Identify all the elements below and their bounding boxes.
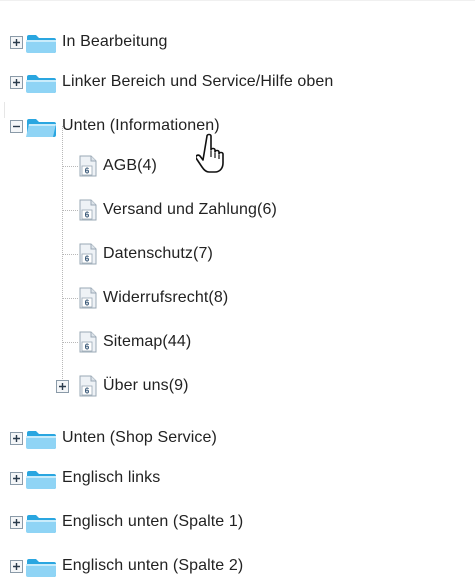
expand-plus-icon[interactable] [10, 75, 23, 89]
svg-text:6: 6 [85, 387, 90, 396]
expand-plus-icon[interactable] [10, 515, 23, 529]
tree-node-label[interactable]: Über uns(9) [103, 377, 189, 395]
tree-node-unten-informationen[interactable]: Unten (Informationen) [10, 114, 220, 138]
hand-pointer-icon [196, 133, 224, 173]
svg-text:6: 6 [85, 299, 90, 308]
tree-connector-branch [62, 298, 78, 299]
tree-node-linker-bereich[interactable]: Linker Bereich und Service/Hilfe oben [10, 70, 333, 94]
page-icon: 6 [79, 331, 97, 353]
svg-text:6: 6 [85, 343, 90, 352]
tree-connector-branch [62, 166, 78, 167]
tree-node-label[interactable]: Unten (Shop Service) [62, 429, 217, 447]
expand-plus-icon[interactable] [10, 431, 23, 445]
tree-leaf-label[interactable]: Widerrufsrecht(8) [103, 289, 228, 307]
page-icon: 6 [79, 375, 97, 397]
svg-text:6: 6 [85, 211, 90, 220]
tree-connector-branch [62, 254, 78, 255]
page-icon: 6 [79, 287, 97, 309]
tree-node-label[interactable]: Englisch links [62, 469, 160, 487]
folder-open-icon [26, 119, 56, 137]
page: { "tree": { "nodes": [ {"label": "In Bea… [0, 0, 475, 579]
folder-icon [26, 431, 56, 449]
expand-plus-icon[interactable] [56, 379, 69, 393]
tree-leaf-agb[interactable]: 6 AGB(4) [78, 154, 157, 178]
tree-node-label[interactable]: In Bearbeitung [62, 33, 167, 51]
tree-node-unten-shop-service[interactable]: Unten (Shop Service) [10, 426, 217, 450]
tree-node-ueber-uns[interactable]: 6 Über uns(9) [56, 374, 189, 398]
expand-plus-icon[interactable] [10, 559, 23, 573]
tree-node-label[interactable]: Englisch unten (Spalte 1) [62, 513, 243, 531]
tree-leaf-label[interactable]: AGB(4) [103, 157, 157, 175]
page-icon: 6 [79, 243, 97, 265]
tree-node-englisch-links[interactable]: Englisch links [10, 466, 160, 490]
tree-leaf-label[interactable]: Sitemap(44) [103, 333, 191, 351]
page-icon: 6 [79, 199, 97, 221]
tree-leaf-widerrufsrecht[interactable]: 6 Widerrufsrecht(8) [78, 286, 228, 310]
folder-icon [26, 75, 56, 93]
tree-node-label[interactable]: Linker Bereich und Service/Hilfe oben [62, 73, 333, 91]
collapse-minus-icon[interactable] [10, 119, 23, 133]
tree-node-label[interactable]: Englisch unten (Spalte 2) [62, 557, 243, 575]
folder-icon [26, 35, 56, 53]
side-divider [4, 102, 5, 118]
top-divider [0, 0, 475, 1]
tree-node-englisch-unten-1[interactable]: Englisch unten (Spalte 1) [10, 510, 243, 534]
svg-text:6: 6 [85, 167, 90, 176]
expand-plus-icon[interactable] [10, 471, 23, 485]
tree-node-englisch-unten-2[interactable]: Englisch unten (Spalte 2) [10, 554, 243, 578]
folder-icon [26, 515, 56, 533]
tree-leaf-versand[interactable]: 6 Versand und Zahlung(6) [78, 198, 277, 222]
folder-icon [26, 559, 56, 577]
folder-icon [26, 471, 56, 489]
page-icon: 6 [79, 155, 97, 177]
tree-connector-branch [62, 342, 78, 343]
svg-text:6: 6 [85, 255, 90, 264]
tree-connector-branch [62, 210, 78, 211]
expand-plus-icon[interactable] [10, 35, 23, 49]
tree-node-in-bearbeitung[interactable]: In Bearbeitung [10, 30, 167, 54]
tree-leaf-label[interactable]: Versand und Zahlung(6) [103, 201, 277, 219]
tree-leaf-sitemap[interactable]: 6 Sitemap(44) [78, 330, 191, 354]
tree-leaf-label[interactable]: Datenschutz(7) [103, 245, 213, 263]
tree-leaf-datenschutz[interactable]: 6 Datenschutz(7) [78, 242, 213, 266]
